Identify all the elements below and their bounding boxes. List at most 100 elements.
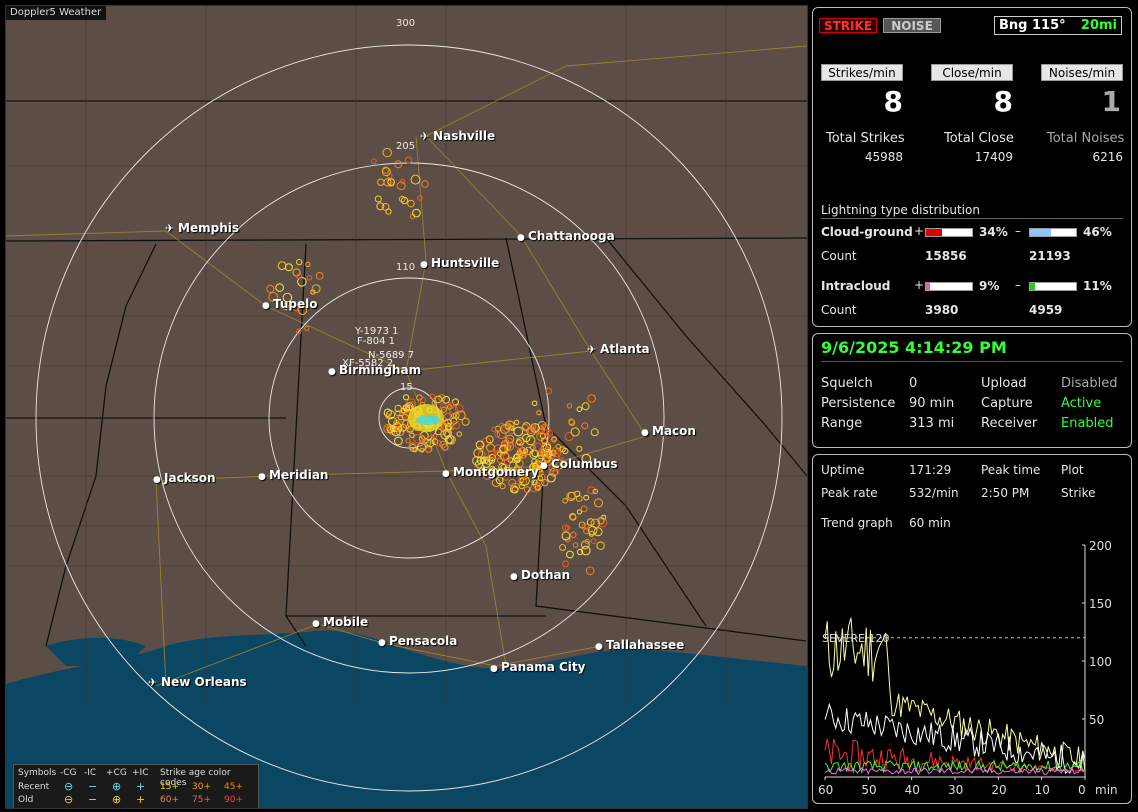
neg-ic-old-icon: − bbox=[88, 793, 98, 806]
cloud-ground-label: Cloud-ground bbox=[821, 225, 913, 239]
strikes-per-min-value: 8 bbox=[883, 85, 903, 118]
total-noises-value: 6216 bbox=[1092, 150, 1123, 164]
city-nashville: ✈ Nashville bbox=[420, 129, 495, 143]
city-dot-icon: ● bbox=[442, 469, 453, 479]
y-tick-label: 50 bbox=[1089, 713, 1104, 727]
x-tick-label: 60 bbox=[818, 783, 833, 797]
pos-ic-icon: + bbox=[136, 780, 146, 793]
setting-value: 90 min bbox=[909, 396, 955, 411]
city-label: New Orleans bbox=[161, 675, 247, 689]
city-huntsville: ● Huntsville bbox=[420, 256, 499, 270]
city-mobile: ● Mobile bbox=[312, 615, 368, 629]
uptime-value: 171:29 bbox=[909, 463, 952, 477]
x-unit-label: min bbox=[1095, 783, 1118, 797]
trend-window[interactable]: 60 min bbox=[909, 516, 951, 530]
neg-cg-old-icon: ⊖ bbox=[64, 793, 74, 806]
city-panama-city: ● Panama City bbox=[490, 660, 585, 674]
setting-value[interactable]: Disabled bbox=[1061, 376, 1117, 391]
pos-cg-old-icon: ⊕ bbox=[112, 793, 122, 806]
ic-count-label: Count bbox=[821, 303, 857, 317]
settings-panel: 9/6/2025 4:14:29 PM Squelch 0 Upload Disabl… bbox=[812, 333, 1132, 448]
noise-button[interactable]: NOISE bbox=[883, 18, 941, 33]
cg-negative-count: 21193 bbox=[1029, 249, 1071, 263]
datetime-display: 9/6/2025 4:14:29 PM bbox=[821, 338, 1123, 362]
age-15: 15+ bbox=[160, 782, 179, 792]
close-per-min-value: 8 bbox=[993, 85, 1013, 118]
city-label: Huntsville bbox=[431, 256, 500, 270]
total-strikes-value: 45988 bbox=[864, 150, 903, 164]
legend-header: -CG bbox=[60, 768, 77, 778]
x-tick-label: 50 bbox=[861, 783, 876, 797]
map-canvas: 300 205 110 15 Y-1973 1 F-804 1 N-5689 7… bbox=[6, 6, 807, 808]
setting-label: Capture bbox=[981, 396, 1033, 411]
city-label: Nashville bbox=[433, 129, 496, 143]
city-label: Atlanta bbox=[600, 342, 650, 356]
lightning-map[interactable]: 300 205 110 15 Y-1973 1 F-804 1 N-5689 7… bbox=[5, 5, 808, 809]
intracloud-label: Intracloud bbox=[821, 279, 891, 293]
trend-graph-label: Trend graph bbox=[821, 516, 893, 530]
age-60: 60+ bbox=[160, 795, 179, 805]
neg-ic-icon: − bbox=[88, 780, 98, 793]
storm-core-ic bbox=[416, 415, 440, 425]
city-dot-icon: ● bbox=[510, 572, 521, 582]
city-label: Columbus bbox=[551, 457, 618, 471]
ring-label-205: 205 bbox=[396, 141, 415, 152]
strike-button[interactable]: STRIKE bbox=[819, 18, 877, 33]
ic-positive-bar bbox=[925, 282, 973, 291]
setting-value[interactable]: Enabled bbox=[1061, 416, 1114, 431]
strikes-per-min-header: Strikes/min bbox=[821, 64, 903, 81]
city-macon: ● Macon bbox=[641, 424, 696, 438]
setting-value[interactable]: Active bbox=[1061, 396, 1101, 411]
city-dot-icon: ● bbox=[517, 233, 528, 243]
city-atlanta: ✈ Atlanta bbox=[587, 342, 650, 356]
bearing-box: Bng 115° 20mi bbox=[994, 16, 1122, 35]
age-90: 90+ bbox=[224, 795, 243, 805]
plot-value[interactable]: Strike bbox=[1061, 486, 1096, 500]
city-tupelo: ● Tupelo bbox=[262, 297, 318, 311]
total-close-value: 17409 bbox=[974, 150, 1013, 164]
range-select[interactable]: 20mi bbox=[1081, 18, 1117, 33]
city-label: Montgomery bbox=[453, 465, 539, 479]
cg-count-label: Count bbox=[821, 249, 857, 263]
legend-header: +CG bbox=[106, 768, 127, 778]
city-meridian: ● Meridian bbox=[258, 468, 328, 482]
legend-header: -IC bbox=[84, 768, 97, 778]
city-label: Jackson bbox=[164, 471, 216, 485]
setting-label: Range bbox=[821, 416, 863, 431]
city-dot-icon: ● bbox=[420, 260, 431, 270]
cg-positive-pct: 34% bbox=[979, 225, 1008, 239]
city-label: Mobile bbox=[323, 615, 369, 629]
neg-cg-icon: ⊖ bbox=[64, 780, 74, 793]
peak-rate-label: Peak rate bbox=[821, 486, 878, 500]
setting-label: Squelch bbox=[821, 376, 873, 391]
ic-positive-pct: 9% bbox=[979, 279, 1000, 293]
airport-icon: ✈ bbox=[148, 676, 162, 689]
y-tick-label: 150 bbox=[1089, 597, 1112, 611]
city-pensacola: ● Pensacola bbox=[378, 634, 457, 648]
distribution-title: Lightning type distribution bbox=[821, 203, 1123, 219]
trend-panel: Uptime 171:29 Peak time Plot Peak rate 5… bbox=[812, 454, 1132, 804]
x-tick-label: 0 bbox=[1078, 783, 1086, 797]
strike-status-panel: STRIKE NOISE Bng 115° 20mi Strikes/min C… bbox=[812, 7, 1132, 327]
bearing-value: Bng 115° bbox=[999, 18, 1066, 33]
city-columbus: ● Columbus bbox=[540, 457, 618, 471]
legend-recent-label: Recent bbox=[18, 782, 50, 792]
city-dot-icon: ● bbox=[328, 367, 339, 377]
city-jackson: ● Jackson bbox=[153, 471, 216, 485]
city-label: Dothan bbox=[521, 568, 571, 582]
city-dot-icon: ● bbox=[378, 638, 389, 648]
city-label: Chattanooga bbox=[528, 229, 615, 243]
total-close-label: Total Close bbox=[944, 131, 1014, 146]
pos-cg-icon: ⊕ bbox=[112, 780, 122, 793]
age-75: 75+ bbox=[192, 795, 211, 805]
cg-minus-sign: – bbox=[1015, 224, 1021, 238]
cg-plus-sign: + bbox=[914, 224, 925, 238]
total-noises-label: Total Noises bbox=[1047, 131, 1125, 146]
city-label: Birmingham bbox=[339, 363, 422, 377]
peak-time-value: 2:50 PM bbox=[981, 486, 1030, 500]
total-strikes-label: Total Strikes bbox=[826, 131, 905, 146]
age-30: 30+ bbox=[192, 782, 211, 792]
close-per-min-header: Close/min bbox=[931, 64, 1013, 81]
legend-header: +IC bbox=[132, 768, 149, 778]
city-dot-icon: ● bbox=[595, 642, 606, 652]
